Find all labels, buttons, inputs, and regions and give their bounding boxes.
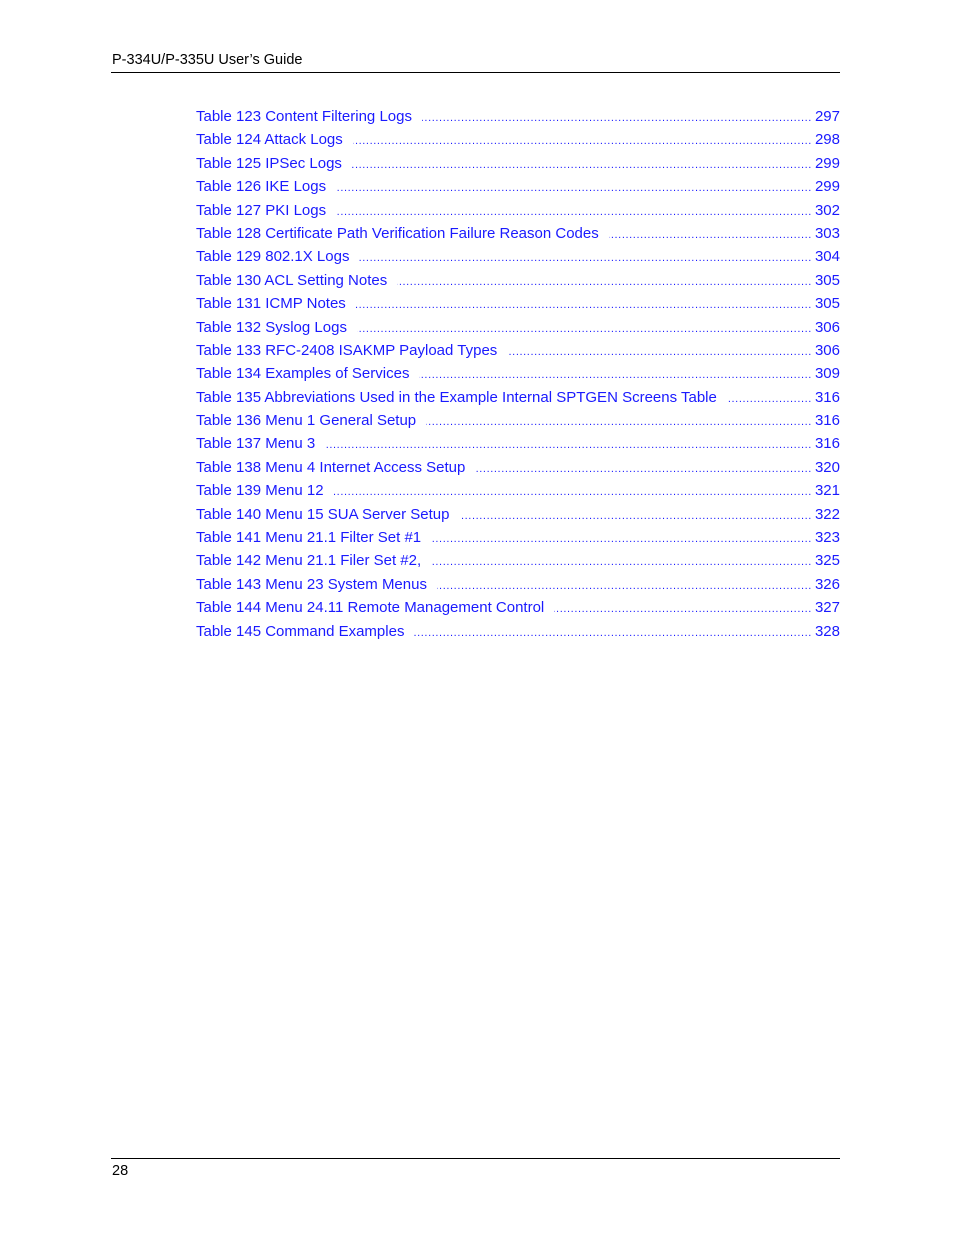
toc-entry-page-number: 302 (814, 201, 840, 219)
toc-entry[interactable]: Table 124 Attack Logs...................… (196, 129, 840, 152)
toc-entry[interactable]: Table 144 Menu 24.11 Remote Management C… (196, 597, 840, 620)
toc-entry-page-number: 299 (814, 154, 840, 172)
toc-entry-label: Table 140 Menu 15 SUA Server Setup (196, 505, 450, 523)
toc-entry-label: Table 130 ACL Setting Notes (196, 271, 388, 289)
toc-entry-label: Table 128 Certificate Path Verification … (196, 224, 599, 242)
dot-leader: ........................................… (419, 369, 812, 382)
toc-entry-page-number: 303 (814, 224, 840, 242)
dot-leader: ........................................… (353, 135, 812, 148)
toc-entry[interactable]: Table 136 Menu 1 General Setup..........… (196, 410, 840, 433)
toc-entry-page-number: 304 (814, 248, 840, 266)
toc-entry-label: Table 145 Command Examples (196, 622, 405, 640)
dot-leader: ........................................… (336, 205, 812, 218)
toc-entry[interactable]: Table 126 IKE Logs......................… (196, 176, 840, 199)
toc-entry-label: Table 132 Syslog Logs (196, 318, 347, 336)
toc-entry-page-number: 309 (814, 365, 840, 383)
dot-leader: ........................................… (352, 158, 812, 171)
toc-entry-label: Table 131 ICMP Notes (196, 295, 346, 313)
toc-entry-page-number: 320 (814, 458, 840, 476)
dot-leader: ........................................… (431, 556, 812, 569)
toc-entry[interactable]: Table 134 Examples of Services..........… (196, 363, 840, 386)
toc-entry-page-number: 325 (814, 552, 840, 570)
toc-entry[interactable]: Table 128 Certificate Path Verification … (196, 223, 840, 246)
dot-leader: ........................................… (554, 603, 812, 616)
toc-entry[interactable]: Table 133 RFC-2408 ISAKMP Payload Types.… (196, 340, 840, 363)
dot-leader: ........................................… (336, 182, 812, 195)
dot-leader: ........................................… (422, 112, 812, 124)
dot-leader: ........................................… (359, 252, 812, 265)
dot-leader: ........................................… (726, 392, 812, 405)
toc-entry-label: Table 123 Content Filtering Logs (196, 108, 412, 125)
toc-entry-page-number: 322 (814, 505, 840, 523)
toc-entry-label: Table 144 Menu 24.11 Remote Management C… (196, 599, 545, 617)
toc-entry-page-number: 306 (814, 341, 840, 359)
page-footer: 28 (111, 1158, 840, 1179)
toc-entry-page-number: 321 (814, 482, 840, 500)
dot-leader: ........................................… (426, 416, 812, 429)
page-header: P-334U/P-335U User’s Guide (111, 51, 840, 73)
toc-entry[interactable]: Table 137 Menu 3........................… (196, 433, 840, 456)
dot-leader: ........................................… (459, 509, 812, 522)
dot-leader: ........................................… (325, 439, 812, 452)
toc-entry[interactable]: Table 132 Syslog Logs...................… (196, 317, 840, 340)
toc-entry-label: Table 137 Menu 3 (196, 435, 316, 453)
toc-entry-page-number: 305 (814, 271, 840, 289)
toc-entry[interactable]: Table 140 Menu 15 SUA Server Setup......… (196, 504, 840, 527)
toc-entry-page-number: 298 (814, 131, 840, 149)
toc-entry[interactable]: Table 142 Menu 21.1 Filer Set #2,.......… (196, 550, 840, 573)
toc-entry-label: Table 127 PKI Logs (196, 201, 327, 219)
dot-leader: ........................................… (475, 462, 812, 475)
toc-entry-page-number: 316 (814, 435, 840, 453)
toc-entry-page-number: 316 (814, 388, 840, 406)
toc-entry-page-number: 327 (814, 599, 840, 617)
dot-leader: ........................................… (431, 533, 812, 546)
toc-entry-page-number: 305 (814, 295, 840, 313)
toc-entry-label: Table 142 Menu 21.1 Filer Set #2, (196, 552, 422, 570)
dot-leader: ........................................… (356, 322, 812, 335)
toc-entry-label: Table 135 Abbreviations Used in the Exam… (196, 388, 717, 406)
toc-entry-page-number: 316 (814, 412, 840, 430)
toc-entry[interactable]: Table 145 Command Examples..............… (196, 621, 840, 644)
toc-entry[interactable]: Table 127 PKI Logs......................… (196, 200, 840, 223)
toc-entry-page-number: 326 (814, 575, 840, 593)
toc-entry-label: Table 134 Examples of Services (196, 365, 410, 383)
toc-entry[interactable]: Table 138 Menu 4 Internet Access Setup..… (196, 457, 840, 480)
toc-entry-label: Table 133 RFC-2408 ISAKMP Payload Types (196, 341, 498, 359)
toc-entry[interactable]: Table 129 802.1X Logs...................… (196, 246, 840, 269)
toc-entry[interactable]: Table 125 IPSec Logs....................… (196, 153, 840, 176)
toc-entry[interactable]: Table 143 Menu 23 System Menus..........… (196, 574, 840, 597)
toc-entry-page-number: 323 (814, 529, 840, 547)
toc-entry-label: Table 136 Menu 1 General Setup (196, 412, 417, 430)
toc-entry-label: Table 138 Menu 4 Internet Access Setup (196, 458, 466, 476)
toc-entry[interactable]: Table 141 Menu 21.1 Filter Set #1.......… (196, 527, 840, 550)
dot-leader: ........................................… (355, 299, 812, 312)
document-title: P-334U/P-335U User’s Guide (112, 52, 303, 68)
toc-entry-label: Table 139 Menu 12 (196, 482, 324, 500)
toc-entry[interactable]: Table 139 Menu 12.......................… (196, 480, 840, 503)
toc-entry-label: Table 126 IKE Logs (196, 178, 327, 196)
dot-leader: ........................................… (414, 626, 812, 639)
toc-entry-page-number: 306 (814, 318, 840, 336)
toc-entry-page-number: 299 (814, 178, 840, 196)
toc-entry[interactable]: Table 135 Abbreviations Used in the Exam… (196, 387, 840, 410)
toc-entry-label: Table 143 Menu 23 System Menus (196, 575, 427, 593)
toc-entry-page-number: 297 (814, 108, 840, 125)
toc-entry-label: Table 124 Attack Logs (196, 131, 343, 149)
toc-entry[interactable]: Table 123 Content Filtering Logs........… (196, 106, 840, 129)
toc-entry[interactable]: Table 130 ACL Setting Notes.............… (196, 270, 840, 293)
dot-leader: ........................................… (437, 579, 812, 592)
toc-entry-label: Table 125 IPSec Logs (196, 154, 342, 172)
dot-leader: ........................................… (507, 345, 812, 358)
toc-entry-label: Table 129 802.1X Logs (196, 248, 350, 266)
toc-entry-page-number: 328 (814, 622, 840, 640)
page-number: 28 (112, 1163, 129, 1179)
toc-entry[interactable]: Table 131 ICMP Notes....................… (196, 293, 840, 316)
dot-leader: ........................................… (608, 228, 812, 241)
table-of-tables-list: Table 123 Content Filtering Logs........… (196, 106, 840, 644)
dot-leader: ........................................… (333, 486, 812, 499)
dot-leader: ........................................… (397, 275, 812, 288)
toc-entry-label: Table 141 Menu 21.1 Filter Set #1 (196, 529, 422, 547)
